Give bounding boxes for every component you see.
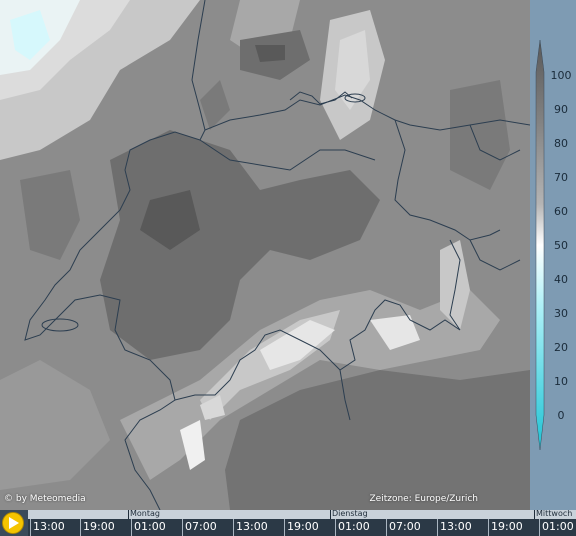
hour-tick	[335, 519, 336, 536]
legend-label-70: 70	[554, 171, 568, 184]
day-bar: Montag Dienstag Mittwoch	[28, 509, 576, 519]
day-label-montag: Montag	[130, 509, 160, 518]
hour-tick	[131, 519, 132, 536]
hour-label[interactable]: 07:00	[389, 520, 421, 533]
legend-label-100: 100	[550, 69, 572, 82]
meteo-viewer: © by Meteomedia Zeitzone: Europe/Zurich …	[0, 0, 576, 536]
timezone-text: Zeitzone: Europe/Zurich	[369, 494, 478, 504]
cloud-cover-map-graphic	[0, 0, 530, 510]
hour-tick	[488, 519, 489, 536]
hour-label[interactable]: 01:00	[542, 520, 574, 533]
cloud-cover-map[interactable]: © by Meteomedia Zeitzone: Europe/Zurich	[0, 0, 530, 510]
hour-label[interactable]: 01:00	[338, 520, 370, 533]
day-tick	[128, 510, 129, 519]
hour-tick	[182, 519, 183, 536]
copyright-text: © by Meteomedia	[4, 494, 86, 504]
legend-label-60: 60	[554, 205, 568, 218]
legend-label-80: 80	[554, 137, 568, 150]
hour-tick	[233, 519, 234, 536]
hour-tick	[386, 519, 387, 536]
play-icon	[9, 517, 19, 529]
timeline-bar[interactable]: Montag Dienstag Mittwoch 13:00 19:00 01:…	[0, 509, 576, 536]
hour-label[interactable]: 13:00	[440, 520, 472, 533]
play-button[interactable]	[2, 512, 24, 534]
hour-tick	[539, 519, 540, 536]
legend-label-90: 90	[554, 103, 568, 116]
hour-label[interactable]: 13:00	[236, 520, 268, 533]
hour-label[interactable]: 01:00	[134, 520, 166, 533]
color-legend: 100 90 80 70 60 50 40 30 20 10 0	[530, 0, 576, 510]
legend-label-50: 50	[554, 239, 568, 252]
hour-label[interactable]: 19:00	[491, 520, 523, 533]
hour-tick	[80, 519, 81, 536]
hour-label[interactable]: 19:00	[83, 520, 115, 533]
hour-label[interactable]: 07:00	[185, 520, 217, 533]
hour-tick	[437, 519, 438, 536]
legend-label-10: 10	[554, 375, 568, 388]
legend-label-0: 0	[557, 409, 565, 422]
legend-label-40: 40	[554, 273, 568, 286]
day-label-dienstag: Dienstag	[332, 509, 368, 518]
hour-bar[interactable]: 13:00 19:00 01:00 07:00 13:00 19:00 01:0…	[28, 519, 576, 536]
day-tick	[534, 510, 535, 519]
hour-tick	[30, 519, 31, 536]
legend-label-20: 20	[554, 341, 568, 354]
hour-tick	[284, 519, 285, 536]
day-label-mittwoch: Mittwoch	[536, 509, 573, 518]
hour-label[interactable]: 19:00	[287, 520, 319, 533]
hour-label[interactable]: 13:00	[33, 520, 65, 533]
day-tick	[330, 510, 331, 519]
legend-label-30: 30	[554, 307, 568, 320]
